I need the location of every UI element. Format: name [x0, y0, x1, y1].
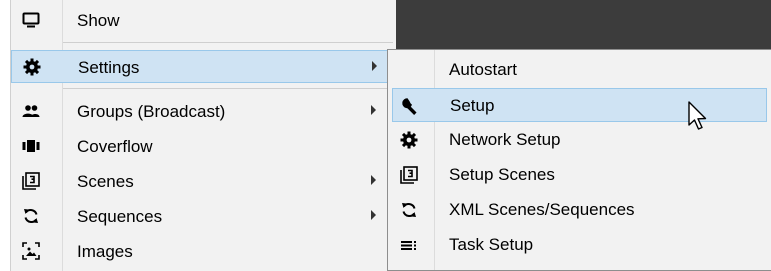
left-edge-strip: [0, 0, 10, 271]
main-menu: Show Settings Groups (Broadcast) Coverfl…: [10, 0, 397, 271]
menu-item-label: Scenes: [77, 172, 134, 191]
images-icon: [22, 242, 40, 260]
menu-item-label: XML Scenes/Sequences: [449, 200, 635, 219]
scenes-icon: [22, 172, 40, 190]
sequences-icon: [400, 201, 418, 219]
gear-icon: [23, 58, 41, 76]
menu-separator: [63, 88, 393, 89]
menu-item-label: Show: [77, 11, 120, 30]
submenu-arrow-icon: [371, 175, 376, 185]
menu-item-label: Coverflow: [77, 137, 153, 156]
menu-item-label: Settings: [78, 58, 140, 77]
mouse-pointer-icon: [688, 101, 710, 135]
menu-item-sequences[interactable]: Sequences: [11, 200, 397, 233]
menu-item-label: Images: [77, 242, 133, 261]
menu-item-label: Setup Scenes: [449, 165, 555, 184]
monitor-icon: [22, 11, 40, 29]
submenu-arrow-icon: [372, 61, 377, 71]
gear-icon: [400, 131, 418, 149]
group-icon: [22, 102, 40, 120]
coverflow-icon: [22, 137, 40, 155]
menu-item-show[interactable]: Show: [11, 4, 397, 37]
submenu-item-setup[interactable]: Setup: [392, 88, 767, 122]
menu-item-label: Groups (Broadcast): [77, 102, 226, 121]
scenes-icon: [400, 166, 418, 184]
menu-item-coverflow[interactable]: Coverflow: [11, 130, 397, 163]
menu-item-groups-broadcast[interactable]: Groups (Broadcast): [11, 95, 397, 128]
menu-item-scenes[interactable]: Scenes: [11, 165, 397, 198]
submenu-item-task-setup[interactable]: Task Setup: [392, 228, 767, 262]
menu-item-label: Network Setup: [449, 130, 561, 149]
menu-item-label: Setup: [450, 96, 495, 115]
menu-separator: [63, 42, 393, 43]
menu-item-settings[interactable]: Settings: [11, 50, 397, 83]
wrench-icon: [401, 97, 419, 115]
submenu-item-autostart[interactable]: Autostart: [392, 53, 767, 87]
menu-item-label: Autostart: [449, 60, 518, 79]
submenu-arrow-icon: [371, 210, 376, 220]
submenu-item-network-setup[interactable]: Network Setup: [392, 123, 767, 157]
settings-submenu: Autostart Setup Network Setup Setup Scen…: [387, 49, 771, 271]
submenu-arrow-icon: [371, 105, 376, 115]
submenu-item-setup-scenes[interactable]: Setup Scenes: [392, 158, 767, 192]
sequences-icon: [22, 207, 40, 225]
menu-item-label: Task Setup: [449, 235, 534, 254]
task-list-icon: [400, 236, 418, 254]
submenu-item-xml-scenes-sequences[interactable]: XML Scenes/Sequences: [392, 193, 767, 227]
menu-item-label: Sequences: [77, 207, 163, 226]
menu-item-images[interactable]: Images: [11, 235, 397, 268]
